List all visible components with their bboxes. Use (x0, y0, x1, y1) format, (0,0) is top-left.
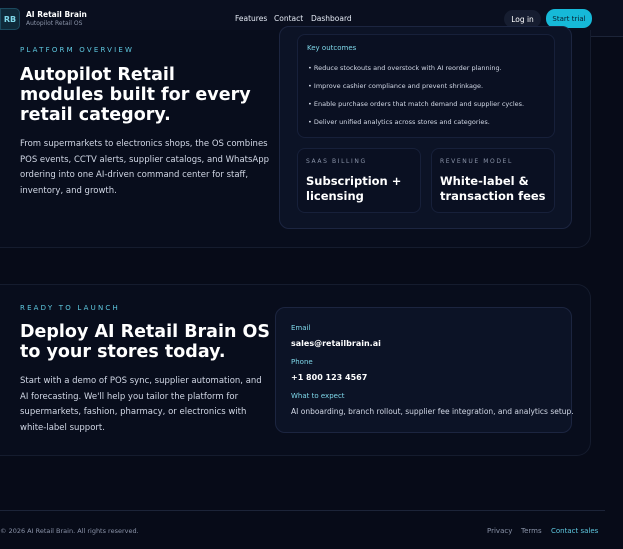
revenue-model-value: White-label & transaction fees (440, 174, 546, 203)
footer-copyright: © 2026 AI Retail Brain. All rights reser… (0, 527, 139, 535)
footer-link-privacy[interactable]: Privacy (487, 527, 512, 535)
email-link[interactable]: sales@retailbrain.ai (291, 339, 381, 348)
expect-label: What to expect (291, 392, 345, 400)
footer-link-terms[interactable]: Terms (521, 527, 542, 535)
phone-link[interactable]: +1 800 123 4567 (291, 373, 367, 382)
nav-link-contact[interactable]: Contact (274, 14, 303, 23)
revenue-model-label: REVENUE MODEL (440, 158, 513, 165)
nav-link-dashboard[interactable]: Dashboard (311, 14, 352, 23)
overview-description: From supermarkets to electronics shops, … (20, 139, 270, 196)
email-label: Email (291, 324, 311, 332)
overview-title: Autopilot Retail modules built for every… (20, 65, 251, 125)
outcome-item: • Reduce stockouts and overstock with AI… (308, 64, 502, 72)
outcome-item: • Deliver unified analytics across store… (308, 118, 490, 126)
launch-eyebrow: READY TO LAUNCH (20, 304, 120, 312)
overview-eyebrow: PLATFORM OVERVIEW (20, 46, 135, 54)
key-outcomes-title: Key outcomes (307, 44, 357, 52)
logo-badge[interactable]: RB (0, 8, 20, 30)
expect-text: AI onboarding, branch rollout, supplier … (291, 407, 574, 416)
outcome-item: • Improve cashier compliance and prevent… (308, 82, 484, 90)
launch-description: Start with a demo of POS sync, supplier … (20, 376, 262, 433)
phone-label: Phone (291, 358, 313, 366)
brand-tagline: Autopilot Retail OS (26, 20, 83, 27)
launch-title: Deploy AI Retail Brain OS to your stores… (20, 322, 271, 362)
saas-billing-value: Subscription + licensing (306, 174, 402, 203)
nav-link-features[interactable]: Features (235, 14, 267, 23)
brand-name[interactable]: AI Retail Brain (26, 10, 87, 19)
outcome-item: • Enable purchase orders that match dema… (308, 100, 525, 108)
footer-link-contact-sales[interactable]: Contact sales (551, 527, 598, 535)
saas-billing-label: SAAS BILLING (306, 158, 367, 165)
footer-divider (0, 510, 605, 511)
